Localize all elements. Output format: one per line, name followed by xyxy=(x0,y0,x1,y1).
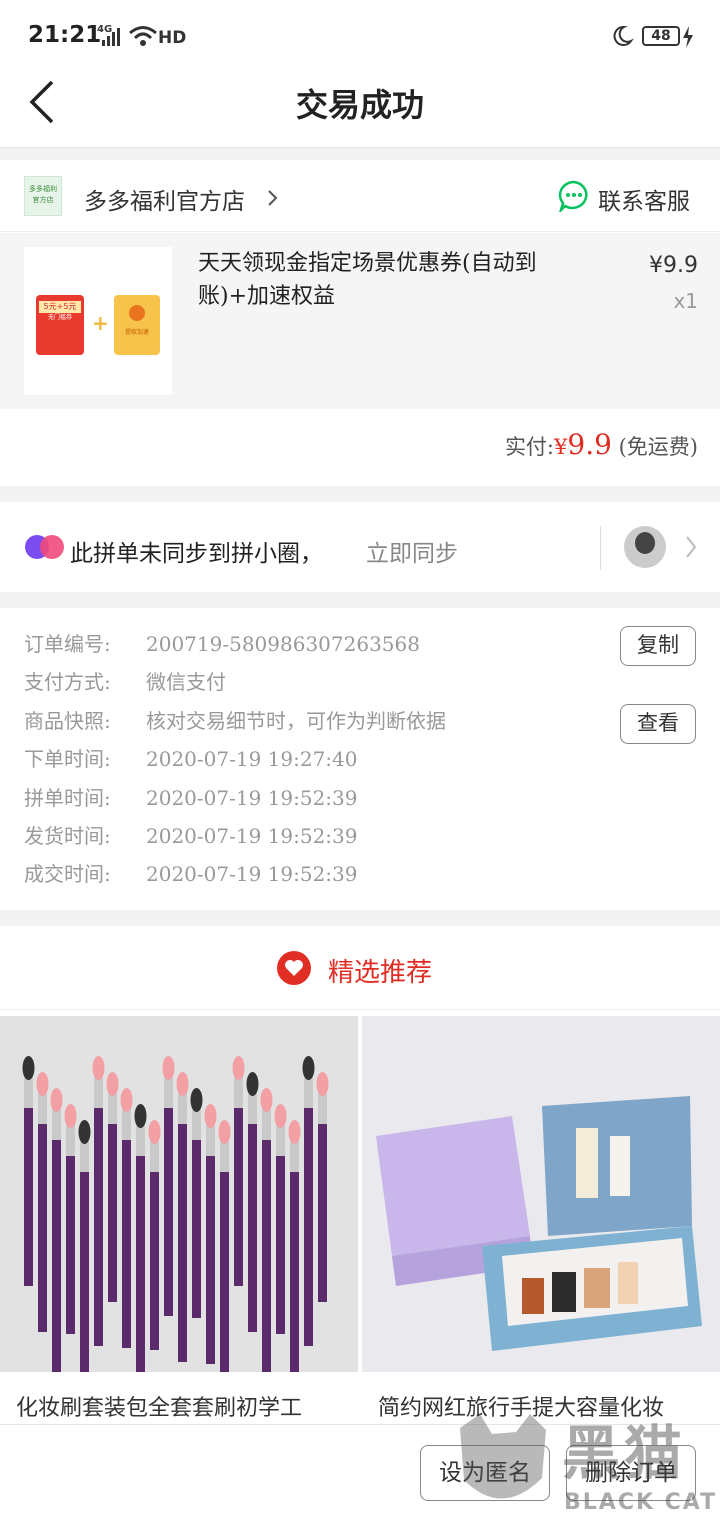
contact-service-link[interactable]: 联系客服 xyxy=(598,182,690,216)
wifi-icon xyxy=(129,26,157,46)
product-grid: 化妆刷套装包全套套刷初学工 简约网红旅行手提大容量化妆 xyxy=(0,1010,720,1424)
coupon-red-envelope: 5元+5元 无门槛券 xyxy=(36,295,84,355)
chevron-right-icon xyxy=(268,190,278,206)
sync-banner[interactable]: 此拼单未同步到拼小圈， 立即同步 xyxy=(0,502,720,592)
signal-icon xyxy=(102,28,120,46)
recommend-header: 精选推荐 xyxy=(0,926,720,1010)
set-anonymous-button[interactable]: 设为匿名 xyxy=(420,1445,550,1501)
view-snapshot-button[interactable]: 查看 xyxy=(620,704,696,744)
hd-indicator: HD xyxy=(158,28,187,48)
group-time-row: 拼单时间: 2020-07-19 19:52:39 xyxy=(24,786,358,810)
item-title[interactable]: 天天领现金指定场景优惠券(自动到账)+加速权益 xyxy=(198,247,588,313)
copy-button[interactable]: 复制 xyxy=(620,626,696,666)
bottom-action-bar: 设为匿名 删除订单 xyxy=(0,1424,720,1520)
order-number: 200719-580986307263568 xyxy=(146,632,420,656)
chat-icon[interactable] xyxy=(558,180,590,212)
heart-badge-icon xyxy=(277,951,311,985)
plus-sign: + xyxy=(92,311,109,335)
item-price: ¥9.9 xyxy=(649,253,698,278)
order-time-row: 下单时间: 2020-07-19 19:27:40 xyxy=(24,747,358,771)
product-image[interactable] xyxy=(0,1016,358,1372)
shop-header[interactable]: 多多福利 官方店 多多福利官方店 联系客服 xyxy=(0,160,720,232)
payment-currency: ¥ xyxy=(554,435,568,459)
shop-logo: 多多福利 官方店 xyxy=(24,176,62,216)
shipping-note: (免运费) xyxy=(618,435,698,459)
deal-time-row: 成交时间: 2020-07-19 19:52:39 xyxy=(24,862,358,886)
item-thumbnail[interactable]: 5元+5元 无门槛券 + 提取加速 xyxy=(24,247,172,395)
payment-method-row: 支付方式: 微信支付 xyxy=(24,670,226,694)
chevron-right-icon xyxy=(686,536,697,558)
snapshot-row: 商品快照: 核对交易细节时，可作为判断依据 xyxy=(24,709,446,733)
payment-amount: 9.9 xyxy=(567,428,612,461)
status-bar: 21:21 4G HD 48 xyxy=(0,0,720,68)
item-row[interactable]: 5元+5元 无门槛券 + 提取加速 天天领现金指定场景优惠券(自动到账)+加速权… xyxy=(0,233,720,409)
makeup-brushes-image xyxy=(0,1016,358,1372)
ship-time-row: 发货时间: 2020-07-19 19:52:39 xyxy=(24,824,358,848)
product-title[interactable]: 简约网红旅行手提大容量化妆 xyxy=(378,1390,714,1422)
moon-icon xyxy=(613,25,634,46)
product-image[interactable] xyxy=(362,1016,720,1372)
item-quantity: x1 xyxy=(673,289,698,313)
nav-bar: 交易成功 xyxy=(0,68,720,148)
accelerate-envelope: 提取加速 xyxy=(114,295,160,355)
product-title[interactable]: 化妆刷套装包全套套刷初学工 xyxy=(16,1390,352,1422)
divider xyxy=(600,526,601,570)
sync-now-link[interactable]: 立即同步 xyxy=(366,534,458,568)
battery-indicator: 48 xyxy=(642,26,680,46)
order-info-card: 订单编号: 200719-580986307263568 支付方式: 微信支付 商品… xyxy=(0,608,720,910)
cosmetic-bag-image xyxy=(362,1016,720,1372)
recommend-title: 精选推荐 xyxy=(328,958,433,988)
charging-icon xyxy=(683,26,693,48)
order-number-row: 订单编号: 200719-580986307263568 xyxy=(24,632,420,656)
status-time: 21:21 xyxy=(28,22,102,48)
delete-order-button[interactable]: 删除订单 xyxy=(566,1445,696,1501)
sync-text: 此拼单未同步到拼小圈， xyxy=(70,541,323,567)
pinxiaoquan-logo-icon xyxy=(25,535,64,559)
avatar[interactable] xyxy=(624,526,666,568)
payment-summary: 实付:¥9.9 (免运费) xyxy=(505,428,698,461)
shop-name[interactable]: 多多福利官方店 xyxy=(84,182,245,216)
page-title: 交易成功 xyxy=(295,86,424,124)
payment-label: 实付: xyxy=(504,435,555,459)
order-item-card: 多多福利 官方店 多多福利官方店 联系客服 5元+5元 无门槛券 + 提取加速 … xyxy=(0,160,720,486)
